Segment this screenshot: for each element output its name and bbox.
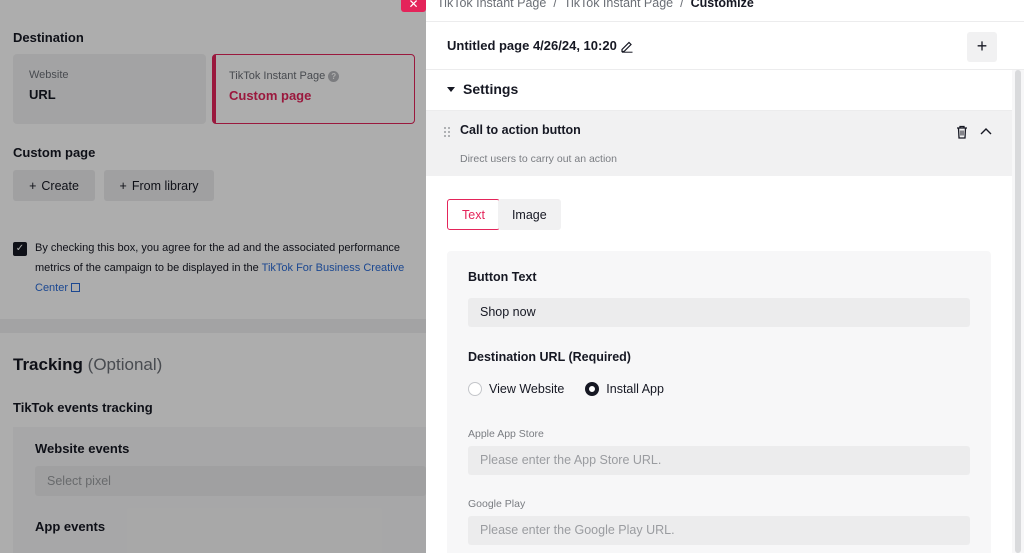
google-play-input[interactable]: Please enter the Google Play URL.	[468, 516, 970, 545]
cta-section-header[interactable]: Call to action button Direct users to ca…	[426, 111, 1012, 176]
button-text-input[interactable]: Shop now	[468, 298, 970, 327]
google-play-label: Google Play	[468, 498, 526, 510]
caret-down-icon	[447, 87, 455, 92]
scrollbar[interactable]	[1012, 70, 1024, 553]
settings-header[interactable]: Settings	[426, 70, 1024, 111]
campaign-form-background: Destination Website URL TikTok Instant P…	[0, 0, 426, 553]
destination-url-radio-group: View Website Install App	[468, 382, 685, 396]
plus-icon: +	[976, 36, 988, 56]
cta-description: Direct users to carry out an action	[460, 153, 617, 165]
breadcrumb-current: Customize	[690, 0, 754, 10]
radio-view-website[interactable]	[468, 382, 482, 396]
radio-install-app[interactable]	[585, 382, 600, 396]
breadcrumb-item[interactable]: TikTok Instant Page	[564, 0, 673, 10]
edit-title-icon[interactable]	[620, 39, 634, 53]
tab-text[interactable]: Text	[447, 199, 500, 230]
close-panel-button[interactable]: ✕	[401, 0, 426, 12]
radio-view-website-label[interactable]: View Website	[489, 382, 564, 396]
breadcrumb: TikTok Instant Page / TikTok Instant Page /…	[437, 0, 754, 10]
drag-handle-icon[interactable]	[443, 126, 451, 138]
radio-install-app-label[interactable]: Install App	[606, 382, 664, 396]
apple-app-store-label: Apple App Store	[468, 428, 544, 440]
cta-form: Button Text Shop now Destination URL (Re…	[447, 251, 991, 553]
add-section-button[interactable]: +	[967, 32, 997, 62]
trash-icon[interactable]	[956, 125, 968, 139]
breadcrumb-separator: /	[553, 0, 557, 10]
destination-url-label: Destination URL (Required)	[468, 350, 631, 364]
tab-image[interactable]: Image	[497, 199, 561, 230]
close-icon: ✕	[408, 0, 419, 11]
modal-overlay[interactable]	[0, 0, 426, 553]
scrollbar-thumb[interactable]	[1015, 70, 1021, 553]
cta-type-tabs: Text Image	[447, 199, 561, 230]
page-title: Untitled page 4/26/24, 10:20	[447, 38, 617, 53]
breadcrumb-separator: /	[680, 0, 684, 10]
button-text-label: Button Text	[468, 270, 537, 284]
chevron-up-icon[interactable]	[980, 127, 992, 135]
customize-panel: TikTok Instant Page / TikTok Instant Page /…	[426, 0, 1024, 553]
cta-title: Call to action button	[460, 123, 581, 137]
apple-app-store-input[interactable]: Please enter the App Store URL.	[468, 446, 970, 475]
breadcrumb-item[interactable]: TikTok Instant Page	[437, 0, 546, 10]
page-header: Untitled page 4/26/24, 10:20 +	[426, 21, 1024, 70]
settings-label: Settings	[463, 81, 519, 97]
